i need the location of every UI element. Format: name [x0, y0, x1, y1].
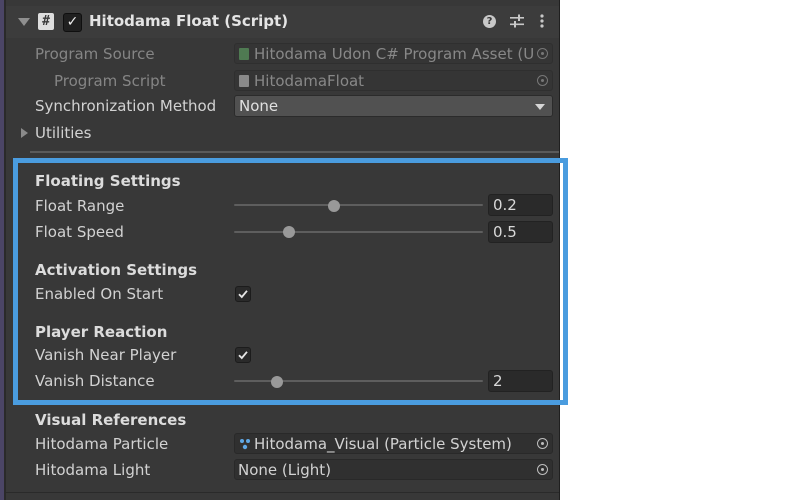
component-foldout-icon[interactable]	[18, 18, 30, 26]
script-hash-icon: #	[38, 13, 54, 30]
float-range-input[interactable]: 0.2	[488, 194, 553, 216]
float-speed-slider-thumb[interactable]	[283, 226, 296, 238]
inspector-panel: # ✓ Hitodama Float (Script) ? Program So…	[0, 0, 560, 500]
hitodama-light-field[interactable]: None (Light)	[234, 459, 553, 480]
chevron-down-icon	[535, 104, 545, 110]
object-picker-icon[interactable]	[537, 438, 548, 449]
inspector-right-border	[559, 0, 560, 500]
hitodama-light-value: None (Light)	[238, 461, 332, 479]
hitodama-light-label: Hitodama Light	[35, 461, 151, 479]
float-speed-value: 0.5	[493, 223, 517, 241]
hitodama-particle-field[interactable]: Hitodama_Visual (Particle System)	[234, 433, 553, 454]
vanish-distance-input[interactable]: 2	[488, 370, 553, 392]
sync-method-value: None	[239, 97, 279, 115]
program-source-value: Hitodama Udon C# Program Asset (U	[254, 45, 535, 63]
bottom-divider	[6, 492, 559, 493]
utilities-foldout[interactable]: Utilities	[35, 124, 91, 142]
floating-settings-header: Floating Settings	[35, 172, 181, 190]
presets-sliders-icon[interactable]	[509, 13, 525, 29]
float-range-slider[interactable]	[234, 204, 483, 206]
float-speed-label: Float Speed	[35, 223, 124, 241]
object-picker-icon	[537, 75, 548, 86]
enabled-on-start-checkbox[interactable]	[235, 286, 251, 302]
program-script-field: HitodamaFloat	[234, 70, 553, 91]
object-picker-icon[interactable]	[537, 464, 548, 475]
kebab-menu-icon[interactable]	[537, 13, 547, 29]
object-picker-icon	[537, 48, 548, 59]
help-icon[interactable]: ?	[483, 15, 496, 28]
utilities-foldout-icon[interactable]	[21, 128, 28, 138]
program-script-label: Program Script	[54, 72, 166, 90]
udon-asset-icon	[239, 48, 249, 60]
enabled-on-start-label: Enabled On Start	[35, 285, 164, 303]
float-range-label: Float Range	[35, 197, 125, 215]
vanish-near-player-label: Vanish Near Player	[35, 346, 177, 364]
vanish-distance-slider-thumb[interactable]	[271, 376, 284, 388]
checkmark-icon	[238, 290, 248, 299]
program-source-field: Hitodama Udon C# Program Asset (U	[234, 43, 553, 64]
section-separator	[30, 151, 559, 153]
vanish-distance-value: 2	[493, 372, 503, 390]
visual-references-header: Visual References	[35, 411, 187, 429]
float-range-slider-thumb[interactable]	[327, 200, 340, 212]
activation-settings-header: Activation Settings	[35, 261, 198, 279]
float-speed-slider[interactable]	[234, 231, 483, 233]
hitodama-particle-label: Hitodama Particle	[35, 435, 169, 453]
program-source-label: Program Source	[35, 45, 155, 63]
vanish-distance-label: Vanish Distance	[35, 372, 155, 390]
program-script-value: HitodamaFloat	[254, 72, 365, 90]
particle-system-icon	[240, 439, 250, 450]
player-reaction-header: Player Reaction	[35, 323, 168, 341]
float-speed-input[interactable]: 0.5	[488, 221, 553, 243]
checkmark-icon	[238, 351, 248, 360]
component-title: Hitodama Float (Script)	[89, 12, 289, 30]
component-header[interactable]: # ✓ Hitodama Float (Script) ?	[6, 6, 559, 38]
vanish-near-player-checkbox[interactable]	[235, 347, 251, 363]
float-range-value: 0.2	[493, 196, 517, 214]
sync-method-dropdown[interactable]: None	[234, 95, 553, 117]
sync-method-label: Synchronization Method	[35, 97, 217, 115]
inspector-side-divider	[4, 0, 6, 500]
hitodama-particle-value: Hitodama_Visual (Particle System)	[254, 435, 512, 453]
script-file-icon	[239, 75, 249, 87]
component-enabled-checkbox[interactable]: ✓	[63, 13, 82, 32]
